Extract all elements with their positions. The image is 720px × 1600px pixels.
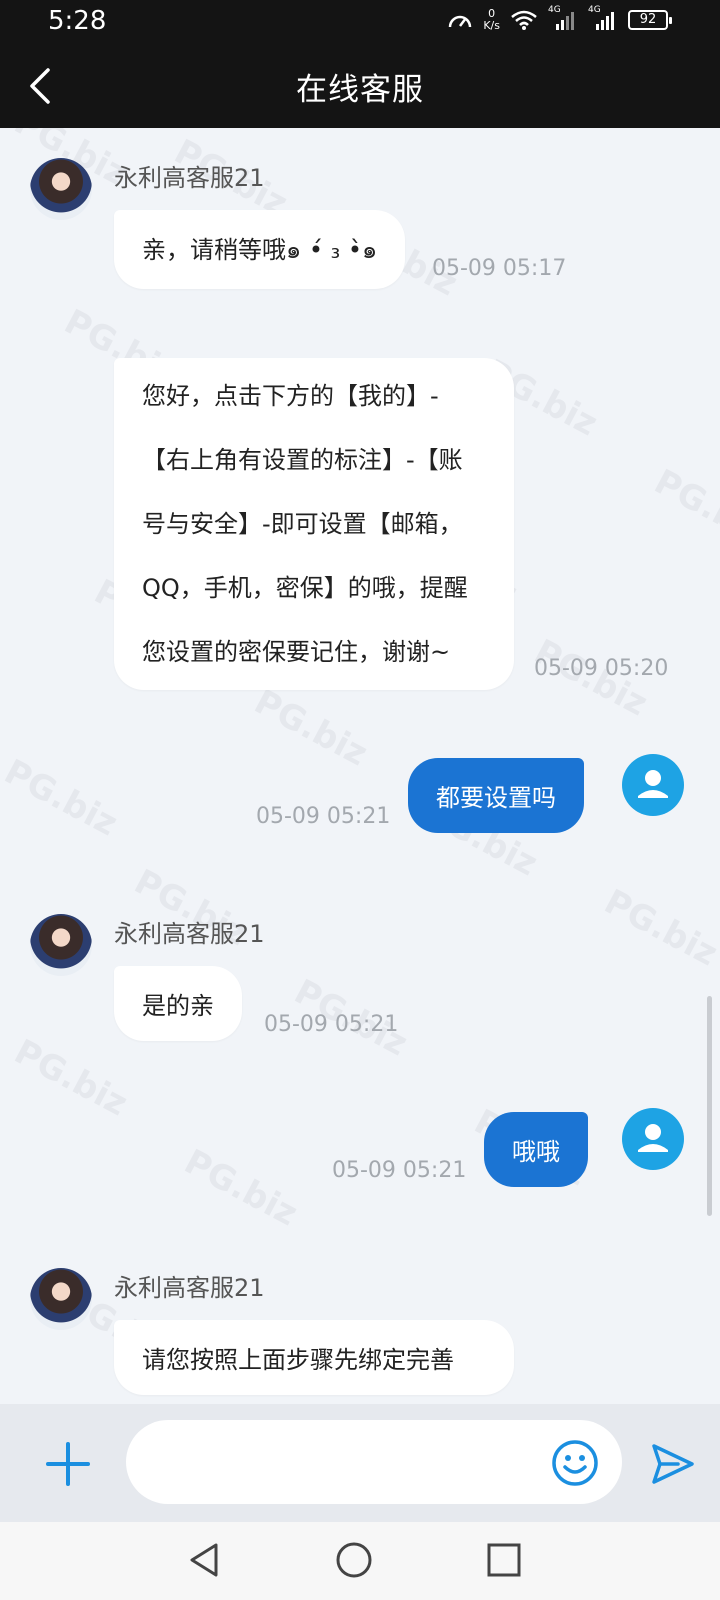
- message-bubble-outgoing[interactable]: 哦哦: [484, 1112, 588, 1187]
- scrollbar[interactable]: [707, 996, 712, 1216]
- net-speed-unit: K/s: [483, 19, 500, 32]
- signal-bars-icon: [596, 12, 614, 30]
- cell-signal-2: 4G: [588, 5, 618, 31]
- nav-back-button[interactable]: [184, 1540, 224, 1580]
- send-icon: [652, 1444, 694, 1484]
- status-icons: 0 K/s 4G 4G 92: [447, 5, 672, 32]
- message-line: 您设置的密保要记住，谢谢~: [142, 638, 451, 666]
- nav-home-button[interactable]: [334, 1540, 374, 1580]
- send-button[interactable]: [648, 1440, 696, 1488]
- agent-name: 永利高客服21: [114, 164, 265, 192]
- agent-name: 永利高客服21: [114, 920, 265, 948]
- plus-icon: [46, 1442, 90, 1486]
- person-icon: [638, 1124, 668, 1152]
- wifi-icon: [511, 10, 537, 30]
- message-line: 号与安全】-即可设置【邮箱，: [142, 510, 463, 538]
- message-line: 【右上角有设置的标注】-【账: [142, 446, 463, 474]
- person-icon: [638, 770, 668, 798]
- battery-icon: 92: [628, 10, 672, 30]
- system-nav-bar: [0, 1522, 720, 1600]
- message-time: 05-09 05:21: [332, 1158, 467, 1183]
- agent-avatar[interactable]: [30, 158, 92, 220]
- user-avatar[interactable]: [622, 1108, 684, 1170]
- message-time: 05-09 05:21: [264, 1012, 399, 1037]
- message-line: QQ，手机，密保】的哦，提醒: [142, 574, 468, 602]
- message-composer: [0, 1404, 720, 1522]
- message-bubble-incoming[interactable]: 您好，点击下方的【我的】- 【右上角有设置的标注】-【账 号与安全】-即可设置【…: [114, 358, 514, 690]
- speed-gauge-icon: [449, 15, 472, 28]
- message-bubble-incoming[interactable]: 请您按照上面步骤先绑定完善: [114, 1320, 514, 1395]
- circle-home-icon: [336, 1542, 372, 1578]
- signal-bars-icon: [556, 12, 574, 30]
- message-time: 05-09 05:21: [256, 804, 391, 829]
- status-bar: 5:28 0 K/s 4G 4G 92: [0, 0, 720, 46]
- message-input[interactable]: [126, 1420, 622, 1504]
- chat-header: 在线客服: [0, 46, 720, 128]
- emoji-button[interactable]: [550, 1438, 600, 1488]
- add-attachment-button[interactable]: [44, 1440, 92, 1488]
- triangle-back-icon: [190, 1543, 218, 1577]
- agent-avatar[interactable]: [30, 1268, 92, 1330]
- user-avatar[interactable]: [622, 754, 684, 816]
- message-bubble-outgoing[interactable]: 都要设置吗: [408, 758, 584, 833]
- square-recent-icon: [487, 1543, 521, 1577]
- agent-avatar[interactable]: [30, 914, 92, 976]
- cell-signal-1: 4G: [548, 5, 578, 31]
- smiley-icon: [552, 1440, 598, 1486]
- net-speed: 0 K/s: [483, 8, 500, 32]
- message-list[interactable]: PG.biz PG.biz PG.biz PG.biz PG.biz PG.bi…: [0, 128, 720, 1404]
- message-time: 05-09 05:20: [534, 656, 669, 681]
- message-time: 05-09 05:17: [432, 256, 567, 281]
- nav-recent-button[interactable]: [484, 1540, 524, 1580]
- agent-name: 永利高客服21: [114, 1274, 265, 1302]
- page-title: 在线客服: [296, 72, 424, 108]
- status-time: 5:28: [48, 6, 107, 36]
- message-bubble-incoming[interactable]: 是的亲: [114, 966, 242, 1041]
- message-bubble-incoming[interactable]: 亲，请稍等哦๑ •́ ₃ •̀๑: [114, 210, 406, 289]
- message-line: 您好，点击下方的【我的】-: [142, 382, 439, 410]
